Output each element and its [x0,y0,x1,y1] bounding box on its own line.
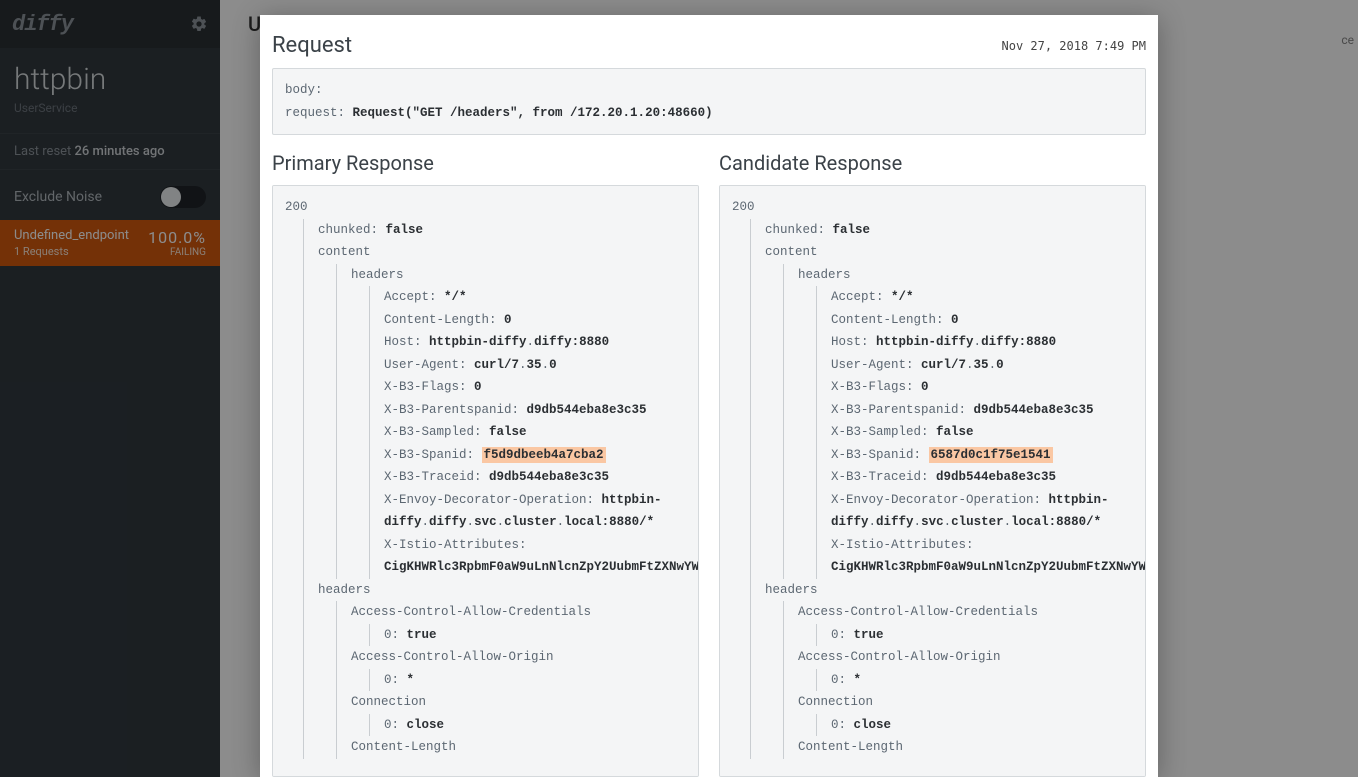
candidate-spanid-diff: 6587d0c1f75e1541 [929,447,1053,463]
candidate-col: Candidate Response 200 chunked: false co… [719,145,1146,777]
diff-modal: Request Nov 27, 2018 7:49 PM body: reque… [260,15,1158,777]
status: 200 [732,196,1133,219]
primary-title: Primary Response [272,145,699,185]
body-key: body: [285,83,323,97]
request-val: Request("GET /headers", from /172.20.1.2… [353,106,713,120]
modal-timestamp: Nov 27, 2018 7:49 PM [1002,39,1147,53]
request-key: request: [285,106,353,120]
modal-title: Request [272,33,352,58]
request-panel: body: request: Request("GET /headers", f… [272,68,1146,135]
primary-col: Primary Response 200 chunked: false cont… [272,145,699,777]
candidate-panel: 200 chunked: false content headers Accep… [719,185,1146,777]
primary-panel: 200 chunked: false content headers Accep… [272,185,699,777]
candidate-title: Candidate Response [719,145,1146,185]
primary-spanid-diff: f5d9dbeeb4a7cba2 [482,447,606,463]
modal-header: Request Nov 27, 2018 7:49 PM [272,25,1146,68]
status: 200 [285,196,686,219]
responses: Primary Response 200 chunked: false cont… [272,145,1146,777]
